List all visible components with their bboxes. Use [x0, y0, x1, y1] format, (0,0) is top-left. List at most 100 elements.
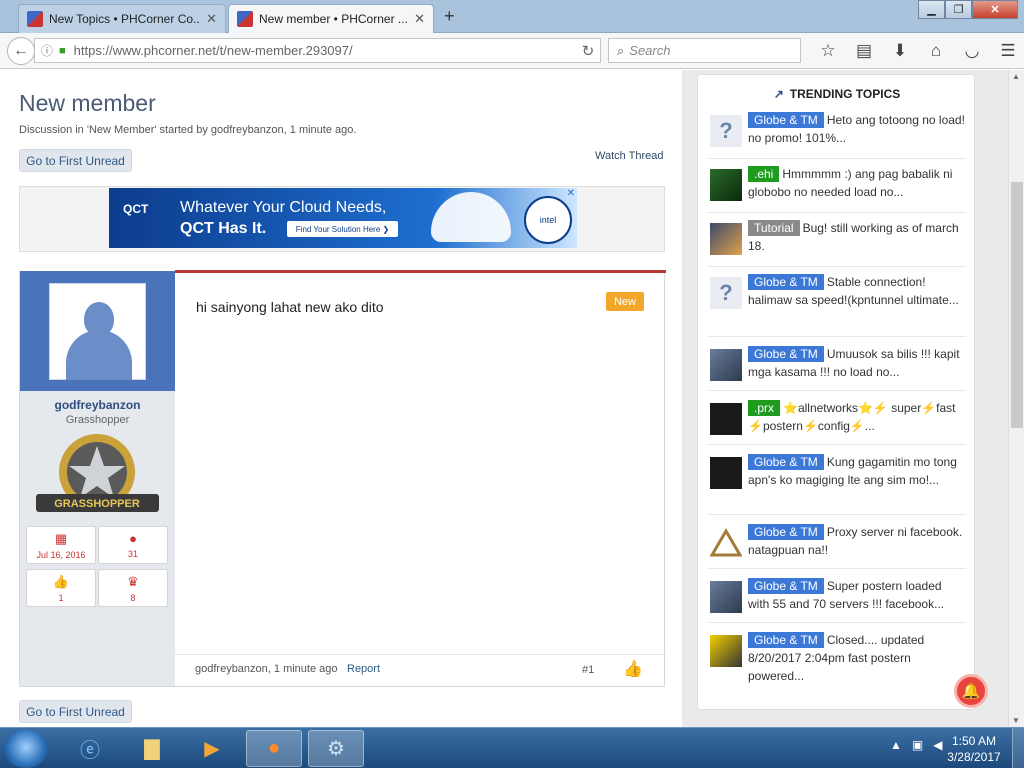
trending-tag[interactable]: .ehi [748, 166, 780, 182]
ad-close-icon[interactable]: ✕ [567, 188, 575, 199]
user-avatar [710, 457, 742, 489]
trending-tag[interactable]: Globe & TM [748, 454, 824, 470]
tri-logo-icon [709, 528, 743, 557]
url-text[interactable]: https://www.phcorner.net/t/new-member.29… [74, 43, 576, 58]
post-author-time[interactable]: godfreybanzon, 1 minute ago [195, 663, 338, 675]
trending-item-body: Tutorial Bug! still working as of march 1… [748, 219, 966, 255]
question-avatar-icon: ? [710, 277, 742, 309]
trending-item[interactable]: Globe & TM Proxy server ni facebook. nata… [708, 523, 966, 569]
report-link[interactable]: Report [347, 663, 380, 675]
volume-icon[interactable]: ◀ [933, 738, 942, 752]
minimize-button[interactable]: ▁ [918, 0, 945, 19]
lock-icon[interactable]: ■ [59, 45, 66, 57]
trending-tag[interactable]: Tutorial [748, 220, 800, 236]
trending-tag[interactable]: Globe & TM [748, 632, 824, 648]
close-tab-icon[interactable]: ✕ [414, 11, 425, 27]
trending-item[interactable]: Globe & TM Kung gagamitin mo tong apn's k… [708, 453, 966, 515]
file-explorer-icon[interactable]: ▇ [124, 730, 180, 767]
scrollbar-thumb[interactable] [1011, 182, 1023, 428]
trending-item[interactable]: Globe & TM Super postern loaded with 55 a… [708, 577, 966, 623]
trending-item[interactable]: ? Globe & TM Stable connection! halimaw s… [708, 273, 966, 337]
firefox-icon[interactable]: ● [246, 730, 302, 767]
user-avatar [710, 223, 742, 255]
trending-item[interactable]: Tutorial Bug! still working as of march 1… [708, 219, 966, 267]
navigation-bar: ⓘ ■ https://www.phcorner.net/t/new-membe… [0, 33, 1024, 69]
tab-new-member[interactable]: New member • PHCorner ... ✕ [228, 4, 434, 33]
stat-likes-value: 1 [58, 593, 64, 603]
start-button[interactable] [4, 730, 48, 768]
ad-line1: Whatever Your Cloud Needs, [180, 199, 387, 216]
stat-messages[interactable]: ● 31 [98, 526, 168, 564]
first-unread-button-bottom[interactable]: Go to First Unread [19, 700, 132, 723]
show-desktop-button[interactable] [1012, 728, 1024, 768]
trending-item[interactable]: ? Globe & TM Heto ang totoong no load! no… [708, 111, 966, 159]
trending-tag[interactable]: Globe & TM [748, 524, 824, 540]
post-number[interactable]: #1 [582, 664, 594, 676]
vertical-scrollbar[interactable]: ▲ ▼ [1008, 70, 1024, 727]
user-avatar [710, 403, 742, 435]
trending-tag[interactable]: Globe & TM [748, 578, 824, 594]
home-icon[interactable]: ⌂ [918, 41, 954, 61]
scroll-down-icon[interactable]: ▼ [1012, 716, 1020, 725]
pocket-icon[interactable]: ◡ [954, 41, 990, 61]
internet-explorer-icon[interactable]: ⓔ [62, 730, 118, 767]
close-tab-icon[interactable]: ✕ [206, 11, 217, 27]
page-content: New member Discussion in 'New Member' st… [0, 70, 1008, 727]
taskbar-clock[interactable]: 1:50 AM 3/28/2017 [946, 733, 1002, 765]
tab-title: New member • PHCorner ... [259, 12, 408, 26]
new-tab-button[interactable]: + [444, 6, 455, 27]
scroll-up-icon[interactable]: ▲ [1012, 72, 1020, 81]
trending-item-body: Globe & TM Kung gagamitin mo tong apn's k… [748, 453, 966, 489]
menu-icon[interactable]: ☰ [990, 41, 1024, 61]
ad-cta-button[interactable]: Find Your Solution Here ❯ [287, 221, 398, 237]
post-footer-divider [175, 654, 666, 655]
system-tray: ▲ ▣ ◀ [890, 738, 942, 752]
maximize-button[interactable]: ❐ [945, 0, 972, 19]
url-bar[interactable]: ⓘ ■ https://www.phcorner.net/t/new-membe… [34, 38, 601, 63]
stat-trophies[interactable]: ♛ 8 [98, 569, 168, 607]
trending-item[interactable]: .prx ⭐allnetworks⭐⚡ super⚡fast ⚡postern⚡c… [708, 399, 966, 445]
trending-tag[interactable]: Globe & TM [748, 274, 824, 290]
like-icon[interactable]: 👍 [623, 659, 643, 679]
trending-item-body: Globe & TM Stable connection! halimaw sa … [748, 273, 966, 309]
trending-tag[interactable]: .prx [748, 400, 781, 416]
user-rank: Grasshopper [65, 414, 130, 426]
stat-joined-value: Jul 16, 2016 [36, 550, 86, 560]
thumbs-up-icon: 👍 [52, 574, 70, 589]
download-icon[interactable]: ⬇ [882, 41, 918, 61]
reload-icon[interactable]: ↻ [576, 42, 600, 60]
search-field[interactable]: ⌕ Search [608, 38, 801, 63]
stat-joined[interactable]: ▦ Jul 16, 2016 [26, 526, 96, 564]
user-avatar [710, 169, 742, 201]
calendar-icon: ▦ [54, 531, 68, 546]
trending-tag[interactable]: Globe & TM [748, 346, 824, 362]
trending-item[interactable]: .ehi Hmmmmm :) ang pag babalik ni globobo… [708, 165, 966, 213]
trending-item-body: .prx ⭐allnetworks⭐⚡ super⚡fast ⚡postern⚡c… [748, 399, 966, 435]
trending-item[interactable]: Globe & TM Closed.... updated 8/20/2017 2… [708, 631, 966, 695]
post-username[interactable]: godfreybanzon [20, 398, 175, 412]
avatar[interactable] [49, 283, 146, 380]
settings-gear-icon[interactable]: ⚙ [308, 730, 364, 767]
watch-thread-link[interactable]: Watch Thread [595, 150, 663, 162]
media-player-icon[interactable]: ▶ [184, 730, 240, 767]
tab-new-topics[interactable]: New Topics • PHCorner Co... ✕ [18, 4, 226, 33]
first-unread-button-top[interactable]: Go to First Unread [19, 149, 132, 172]
notification-bell-icon[interactable]: 🔔 [954, 674, 988, 708]
windows-taskbar: ⓔ ▇ ▶ ● ⚙ ▲ ▣ ◀ 1:50 AM 3/28/2017 [0, 727, 1024, 768]
user-avatar [710, 581, 742, 613]
trending-topics-panel: ↗ TRENDING TOPICS ? Globe & TM Heto ang to… [697, 74, 975, 710]
stat-likes[interactable]: 👍 1 [26, 569, 96, 607]
network-icon[interactable]: ▣ [912, 738, 923, 752]
bookmark-star-icon[interactable]: ☆ [810, 41, 846, 61]
info-icon[interactable]: ⓘ [41, 42, 53, 59]
ad-banner[interactable]: QCT Whatever Your Cloud Needs, QCT Has I… [109, 188, 577, 248]
reading-list-icon[interactable]: ▤ [846, 41, 882, 61]
trending-tag[interactable]: Globe & TM [748, 112, 824, 128]
close-window-button[interactable]: ✕ [972, 0, 1018, 19]
clock-time: 1:50 AM [951, 734, 997, 748]
trending-item[interactable]: Globe & TM Umuusok sa bilis !!! kapit mga… [708, 345, 966, 391]
tray-arrow-icon[interactable]: ▲ [890, 738, 902, 752]
ad-container: QCT Whatever Your Cloud Needs, QCT Has I… [19, 186, 665, 252]
back-button[interactable]: ← [7, 37, 35, 65]
trending-item-body: Globe & TM Heto ang totoong no load! no p… [748, 111, 966, 147]
